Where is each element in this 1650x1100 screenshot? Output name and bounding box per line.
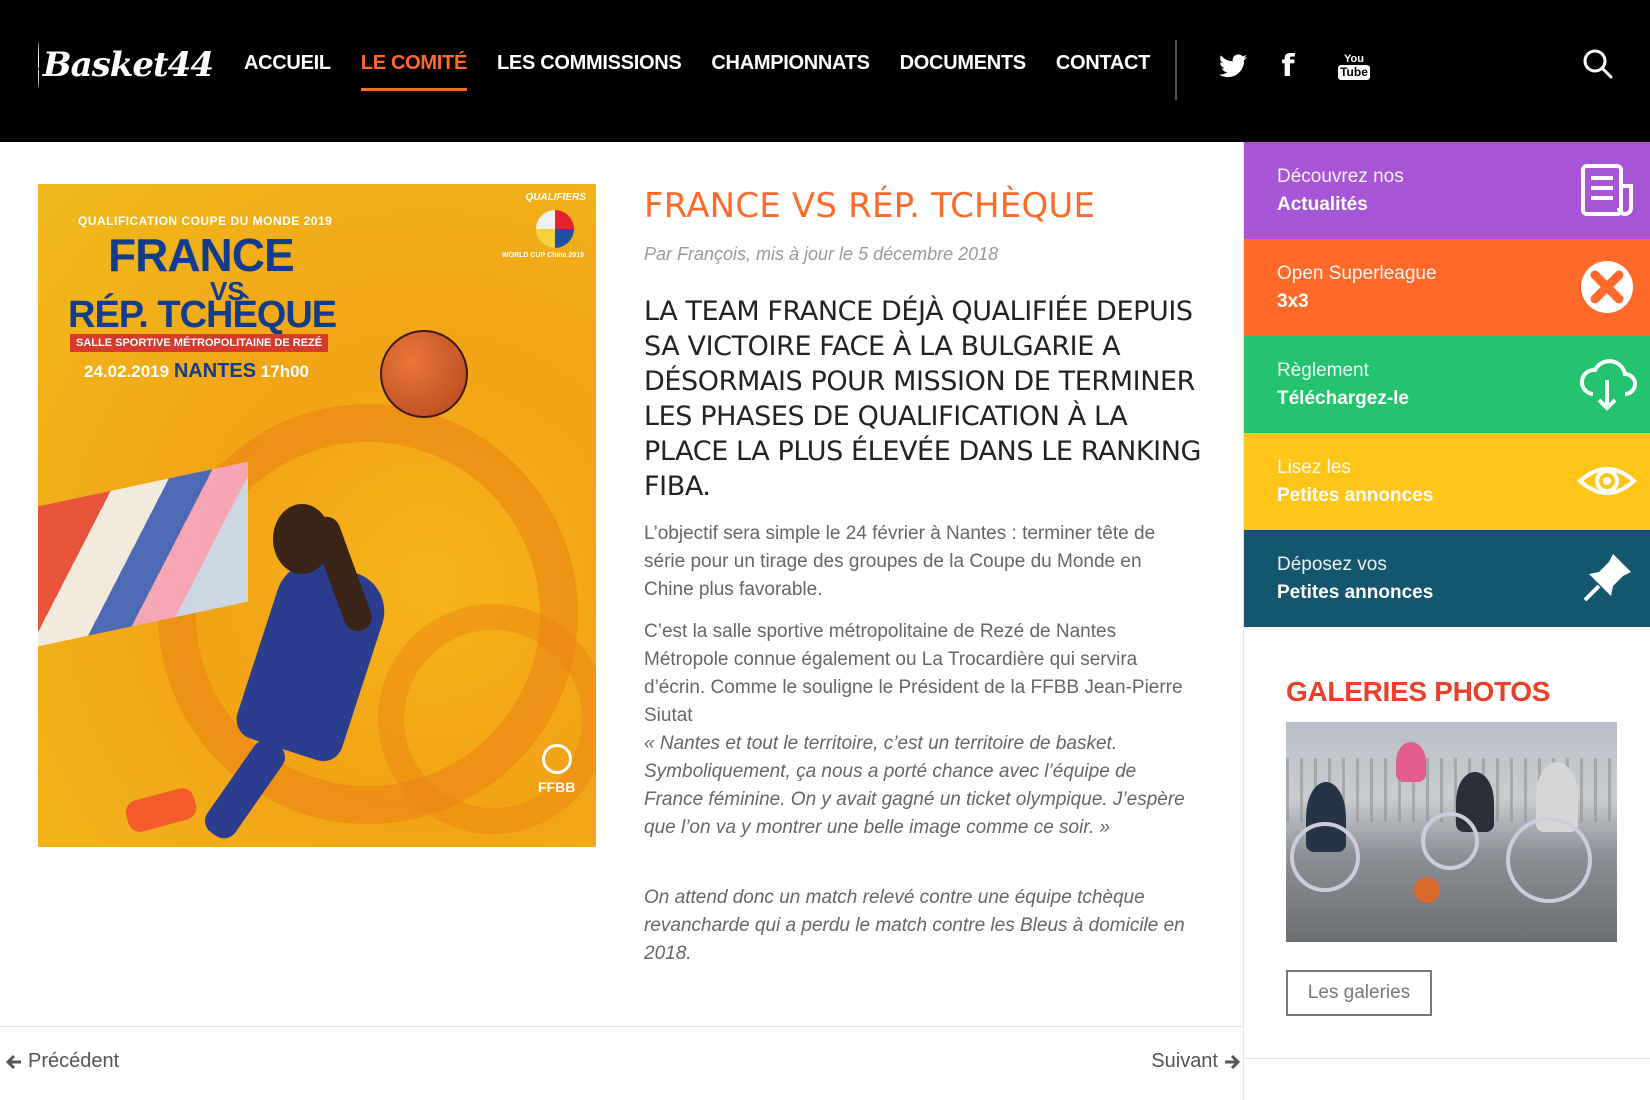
- world-cup-logo-icon: [536, 210, 574, 248]
- next-label: Suivant: [1151, 1050, 1218, 1072]
- arrow-right-icon: [1225, 1054, 1240, 1069]
- logo-text: Basket44: [42, 45, 214, 85]
- poster-qualifiers: QUALIFIERS: [525, 192, 586, 203]
- tile-big-text: Actualités: [1277, 194, 1368, 215]
- tile-deposer-annonces[interactable]: Déposez vos Petites annonces: [1244, 530, 1650, 627]
- article-title: FRANCE VS RÉP. TCHÈQUE: [644, 186, 1096, 226]
- tile-big-text: Petites annonces: [1277, 485, 1434, 506]
- gallery-title: GALERIES PHOTOS: [1286, 676, 1551, 707]
- photo-basketball: [1414, 877, 1440, 903]
- poster-city: NANTES: [173, 360, 257, 382]
- photo-wheel: [1506, 817, 1592, 903]
- gallery-photo[interactable]: [1286, 722, 1617, 942]
- tile-big-text: Téléchargez-le: [1277, 388, 1409, 409]
- 3x3-logo-icon: [1581, 261, 1633, 313]
- newspaper-icon: [1581, 164, 1633, 216]
- article-paragraph: L’objectif sera simple le 24 février à N…: [644, 523, 1156, 600]
- cloud-download-icon: [1580, 359, 1637, 411]
- nav-divider: [1175, 40, 1177, 100]
- tile-small-text: Déposez vos: [1277, 554, 1387, 575]
- photo-wheel: [1421, 812, 1479, 870]
- main-nav: ACCUEIL LE COMITÉ LES COMMISSIONS CHAMPI…: [244, 52, 1180, 91]
- galleries-button[interactable]: Les galeries: [1286, 970, 1432, 1016]
- poster-time: 17h00: [260, 362, 309, 381]
- tile-lire-annonces[interactable]: Lisez les Petites annonces: [1244, 433, 1650, 530]
- tile-big-text: Petites annonces: [1277, 582, 1434, 603]
- article-lead: La Team France déjà qualifiée depuis sa …: [644, 296, 1202, 502]
- youtube-icon[interactable]: You Tube: [1338, 46, 1370, 86]
- pushpin-icon: [1583, 554, 1631, 602]
- nav-item-le-comite[interactable]: LE COMITÉ: [360, 52, 467, 91]
- previous-label: Précédent: [28, 1050, 120, 1072]
- poster-team1: FRANCE: [108, 229, 295, 281]
- article-quote: « Nantes et tout le territoire, c’est un…: [644, 733, 1185, 838]
- divider: [1244, 1058, 1650, 1059]
- article-paragraph: On attend donc un match relevé contre un…: [644, 887, 1185, 964]
- tile-big-text: 3x3: [1277, 291, 1309, 312]
- basketball-logo-icon: [38, 42, 39, 88]
- tile-small-text: Règlement: [1277, 360, 1369, 381]
- nav-item-championnats[interactable]: CHAMPIONNATS: [711, 52, 870, 91]
- poster-player: [188, 484, 395, 844]
- nav-item-les-commissions[interactable]: LES COMMISSIONS: [497, 52, 682, 91]
- divider: [0, 1026, 1243, 1027]
- poster-date-line: 24.02.2019 NANTES 17h00: [84, 360, 309, 383]
- top-navigation-bar: Basket44 ACCUEIL LE COMITÉ LES COMMISSIO…: [0, 0, 1650, 142]
- poster-qualification-text: QUALIFICATION COUPE DU MONDE 2019: [78, 214, 333, 228]
- ffbb-logo-icon: [542, 744, 572, 774]
- poster-date: 24.02.2019: [84, 362, 170, 381]
- tile-small-text: Lisez les: [1277, 457, 1351, 478]
- youtube-top-text: You: [1344, 52, 1364, 65]
- poster-team2: RÉP. TCHÈQUE: [68, 294, 337, 336]
- twitter-icon[interactable]: [1218, 46, 1248, 86]
- poster-venue: SALLE SPORTIVE MÉTROPOLITAINE DE REZÉ: [70, 334, 329, 352]
- player-head: [273, 504, 331, 574]
- search-icon[interactable]: [1582, 48, 1614, 80]
- player-leg: [199, 734, 291, 844]
- arrow-left-icon: [6, 1054, 21, 1069]
- poster-worldcup-label: WORLD CUP China 2019: [502, 252, 584, 259]
- article-meta: Par François, mis à jour le 5 décembre 2…: [644, 244, 999, 264]
- facebook-icon[interactable]: f: [1278, 46, 1298, 86]
- nav-item-contact[interactable]: CONTACT: [1056, 52, 1150, 91]
- nav-item-documents[interactable]: DOCUMENTS: [900, 52, 1026, 91]
- tile-small-text: Découvrez nos: [1277, 166, 1404, 187]
- nav-item-accueil[interactable]: ACCUEIL: [244, 52, 331, 91]
- eye-icon: [1577, 467, 1637, 495]
- tile-actualites[interactable]: Découvrez nos Actualités: [1244, 142, 1650, 239]
- poster-dragon-pattern: [378, 604, 596, 834]
- sidebar: Découvrez nos Actualités Open Superleagu…: [1243, 142, 1650, 1100]
- site-logo[interactable]: Basket44: [38, 38, 214, 92]
- poster-ffbb: FFBB: [538, 779, 576, 795]
- match-poster-image: QUALIFICATION COUPE DU MONDE 2019 FRANCE…: [38, 184, 596, 847]
- basketball-icon: [380, 330, 468, 418]
- previous-link[interactable]: Précédent: [6, 1050, 119, 1073]
- tile-open-superleague[interactable]: Open Superleague 3x3: [1244, 239, 1650, 336]
- next-link[interactable]: Suivant: [1151, 1050, 1240, 1073]
- youtube-bottom-text: Tube: [1338, 64, 1370, 80]
- photo-wheel: [1290, 822, 1360, 892]
- player-body: [231, 551, 395, 767]
- photo-person: [1396, 742, 1426, 782]
- article-paragraph: C’est la salle sportive métropolitaine d…: [644, 621, 1183, 726]
- tile-small-text: Open Superleague: [1277, 263, 1437, 284]
- tile-reglement[interactable]: Règlement Téléchargez-le: [1244, 336, 1650, 433]
